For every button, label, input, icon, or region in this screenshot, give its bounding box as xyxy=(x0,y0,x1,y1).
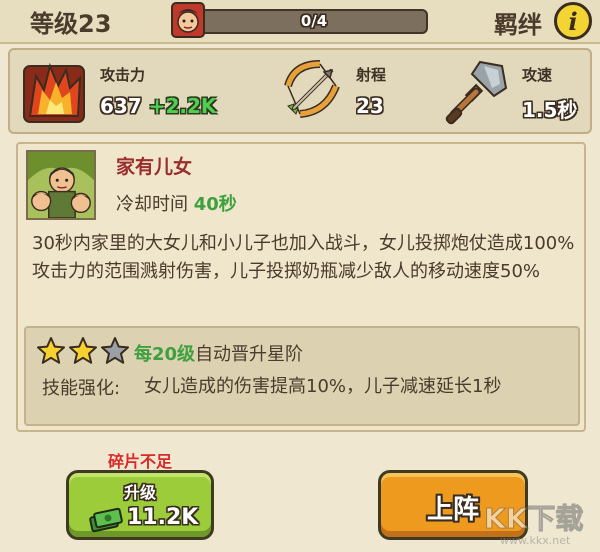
auto-promote-text: 每20级自动晋升星阶 xyxy=(134,340,303,366)
watermark-logo: KK下载 www.kkx.net xyxy=(484,502,584,548)
upgrade-cost: 11.2K xyxy=(127,505,199,530)
stats-panel: 攻击力 637 +2.2K 射程 23 攻速 1.5秒 xyxy=(8,48,592,134)
range-label: 射程 xyxy=(356,66,387,84)
info-icon[interactable]: i xyxy=(554,2,592,40)
star-rating xyxy=(36,336,132,366)
skill-upgrade-box: 每20级自动晋升星阶 技能强化: 女儿造成的伤害提高10%，儿子减速延长1秒 xyxy=(24,326,580,426)
enhance-label: 技能强化: xyxy=(42,378,121,399)
attack-base-value: 637 xyxy=(100,94,142,118)
skill-cooldown: 冷却时间 40秒 xyxy=(116,190,237,216)
bow-icon xyxy=(284,60,340,118)
attack-bonus-value: +2.2K xyxy=(148,94,217,118)
svg-text:KK下载: KK下载 xyxy=(484,502,583,535)
cooldown-label: 冷却时间 xyxy=(116,194,188,215)
auto-promote-suffix: 自动晋升星阶 xyxy=(195,344,304,365)
enhance-text: 女儿造成的伤害提高10%，儿子减速延长1秒 xyxy=(144,376,502,397)
skill-portrait-icon xyxy=(26,150,96,220)
skill-description: 30秒内家里的大女儿和小儿子也加入战斗，女儿投掷炮仗造成100%攻击力的范围溅射… xyxy=(32,233,575,282)
shovel-icon xyxy=(445,60,508,125)
auto-promote-level: 每20级 xyxy=(134,344,196,365)
bond-label[interactable]: 羁绊 xyxy=(494,5,542,40)
svg-text:www.kkx.net: www.kkx.net xyxy=(500,534,571,547)
cash-icon xyxy=(89,507,123,533)
speed-value: 1.5秒 xyxy=(522,98,578,122)
shard-progress-text: 0/4 xyxy=(300,12,328,30)
header-bar: 等级23 0/4 羁绊 i xyxy=(0,0,600,44)
skill-name: 家有儿女 xyxy=(116,156,193,178)
star-empty-icon xyxy=(101,337,129,364)
skill-panel: 家有儿女 冷却时间 40秒 30秒内家里的大女儿和小儿子也加入战斗，女儿投掷炮仗… xyxy=(16,142,586,432)
upgrade-button-label: 升级 xyxy=(123,483,156,502)
upgrade-button[interactable]: 升级 11.2K xyxy=(66,470,214,540)
star-filled-icon xyxy=(37,337,65,364)
attack-label: 攻击力 xyxy=(100,66,146,84)
shard-progress-bar: 0/4 xyxy=(200,9,428,34)
level-label: 等级23 xyxy=(30,10,112,38)
attack-value: 637 +2.2K xyxy=(100,94,216,118)
cooldown-value: 40秒 xyxy=(193,194,237,215)
shard-shortage-warning: 碎片不足 xyxy=(108,452,173,471)
flame-icon xyxy=(23,62,85,123)
star-filled-icon xyxy=(69,337,97,364)
range-value: 23 xyxy=(356,94,384,118)
speed-label: 攻速 xyxy=(522,66,553,84)
hero-avatar-icon xyxy=(171,2,205,38)
